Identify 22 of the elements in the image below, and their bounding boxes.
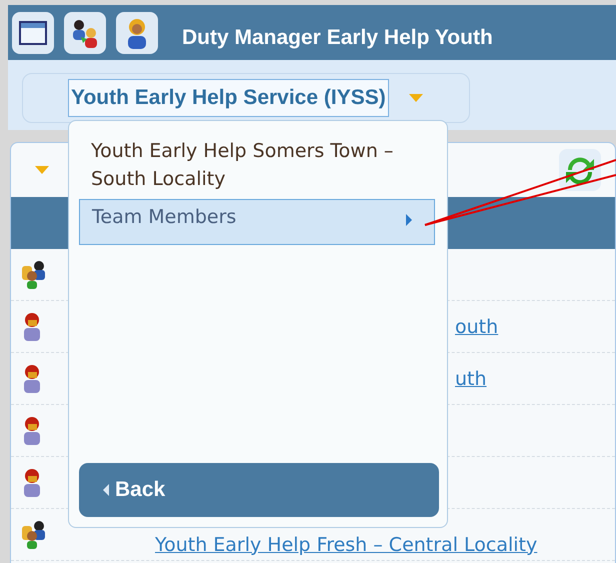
refresh-button[interactable] (559, 149, 601, 191)
toolbar-button[interactable] (12, 12, 54, 54)
back-arrow-icon (103, 484, 109, 496)
group-icon (21, 520, 47, 550)
person-icon (21, 468, 43, 498)
caret-icon (35, 166, 49, 174)
toolbar-button[interactable] (64, 12, 106, 54)
team-link[interactable]: Youth Early Help Fresh – Central Locality (155, 534, 538, 556)
person-icon (21, 312, 43, 342)
back-button[interactable]: Back (79, 463, 439, 517)
team-link[interactable]: outh (455, 316, 498, 338)
menu-heading: Youth Early Help Somers Town – South Locality (90, 139, 394, 192)
person-icon (21, 364, 43, 394)
window-icon (19, 20, 47, 44)
caret-icon (408, 94, 423, 102)
person-icon (21, 416, 43, 446)
team-link[interactable]: uth (455, 368, 487, 390)
group-icon (21, 260, 47, 290)
window-title: Duty Manager Early Help Youth (182, 26, 493, 50)
menu-item[interactable]: Team Members (79, 199, 435, 245)
submenu-arrow-icon (406, 214, 412, 226)
service-field[interactable]: Youth Early Help Service (IYSS) (68, 79, 389, 117)
